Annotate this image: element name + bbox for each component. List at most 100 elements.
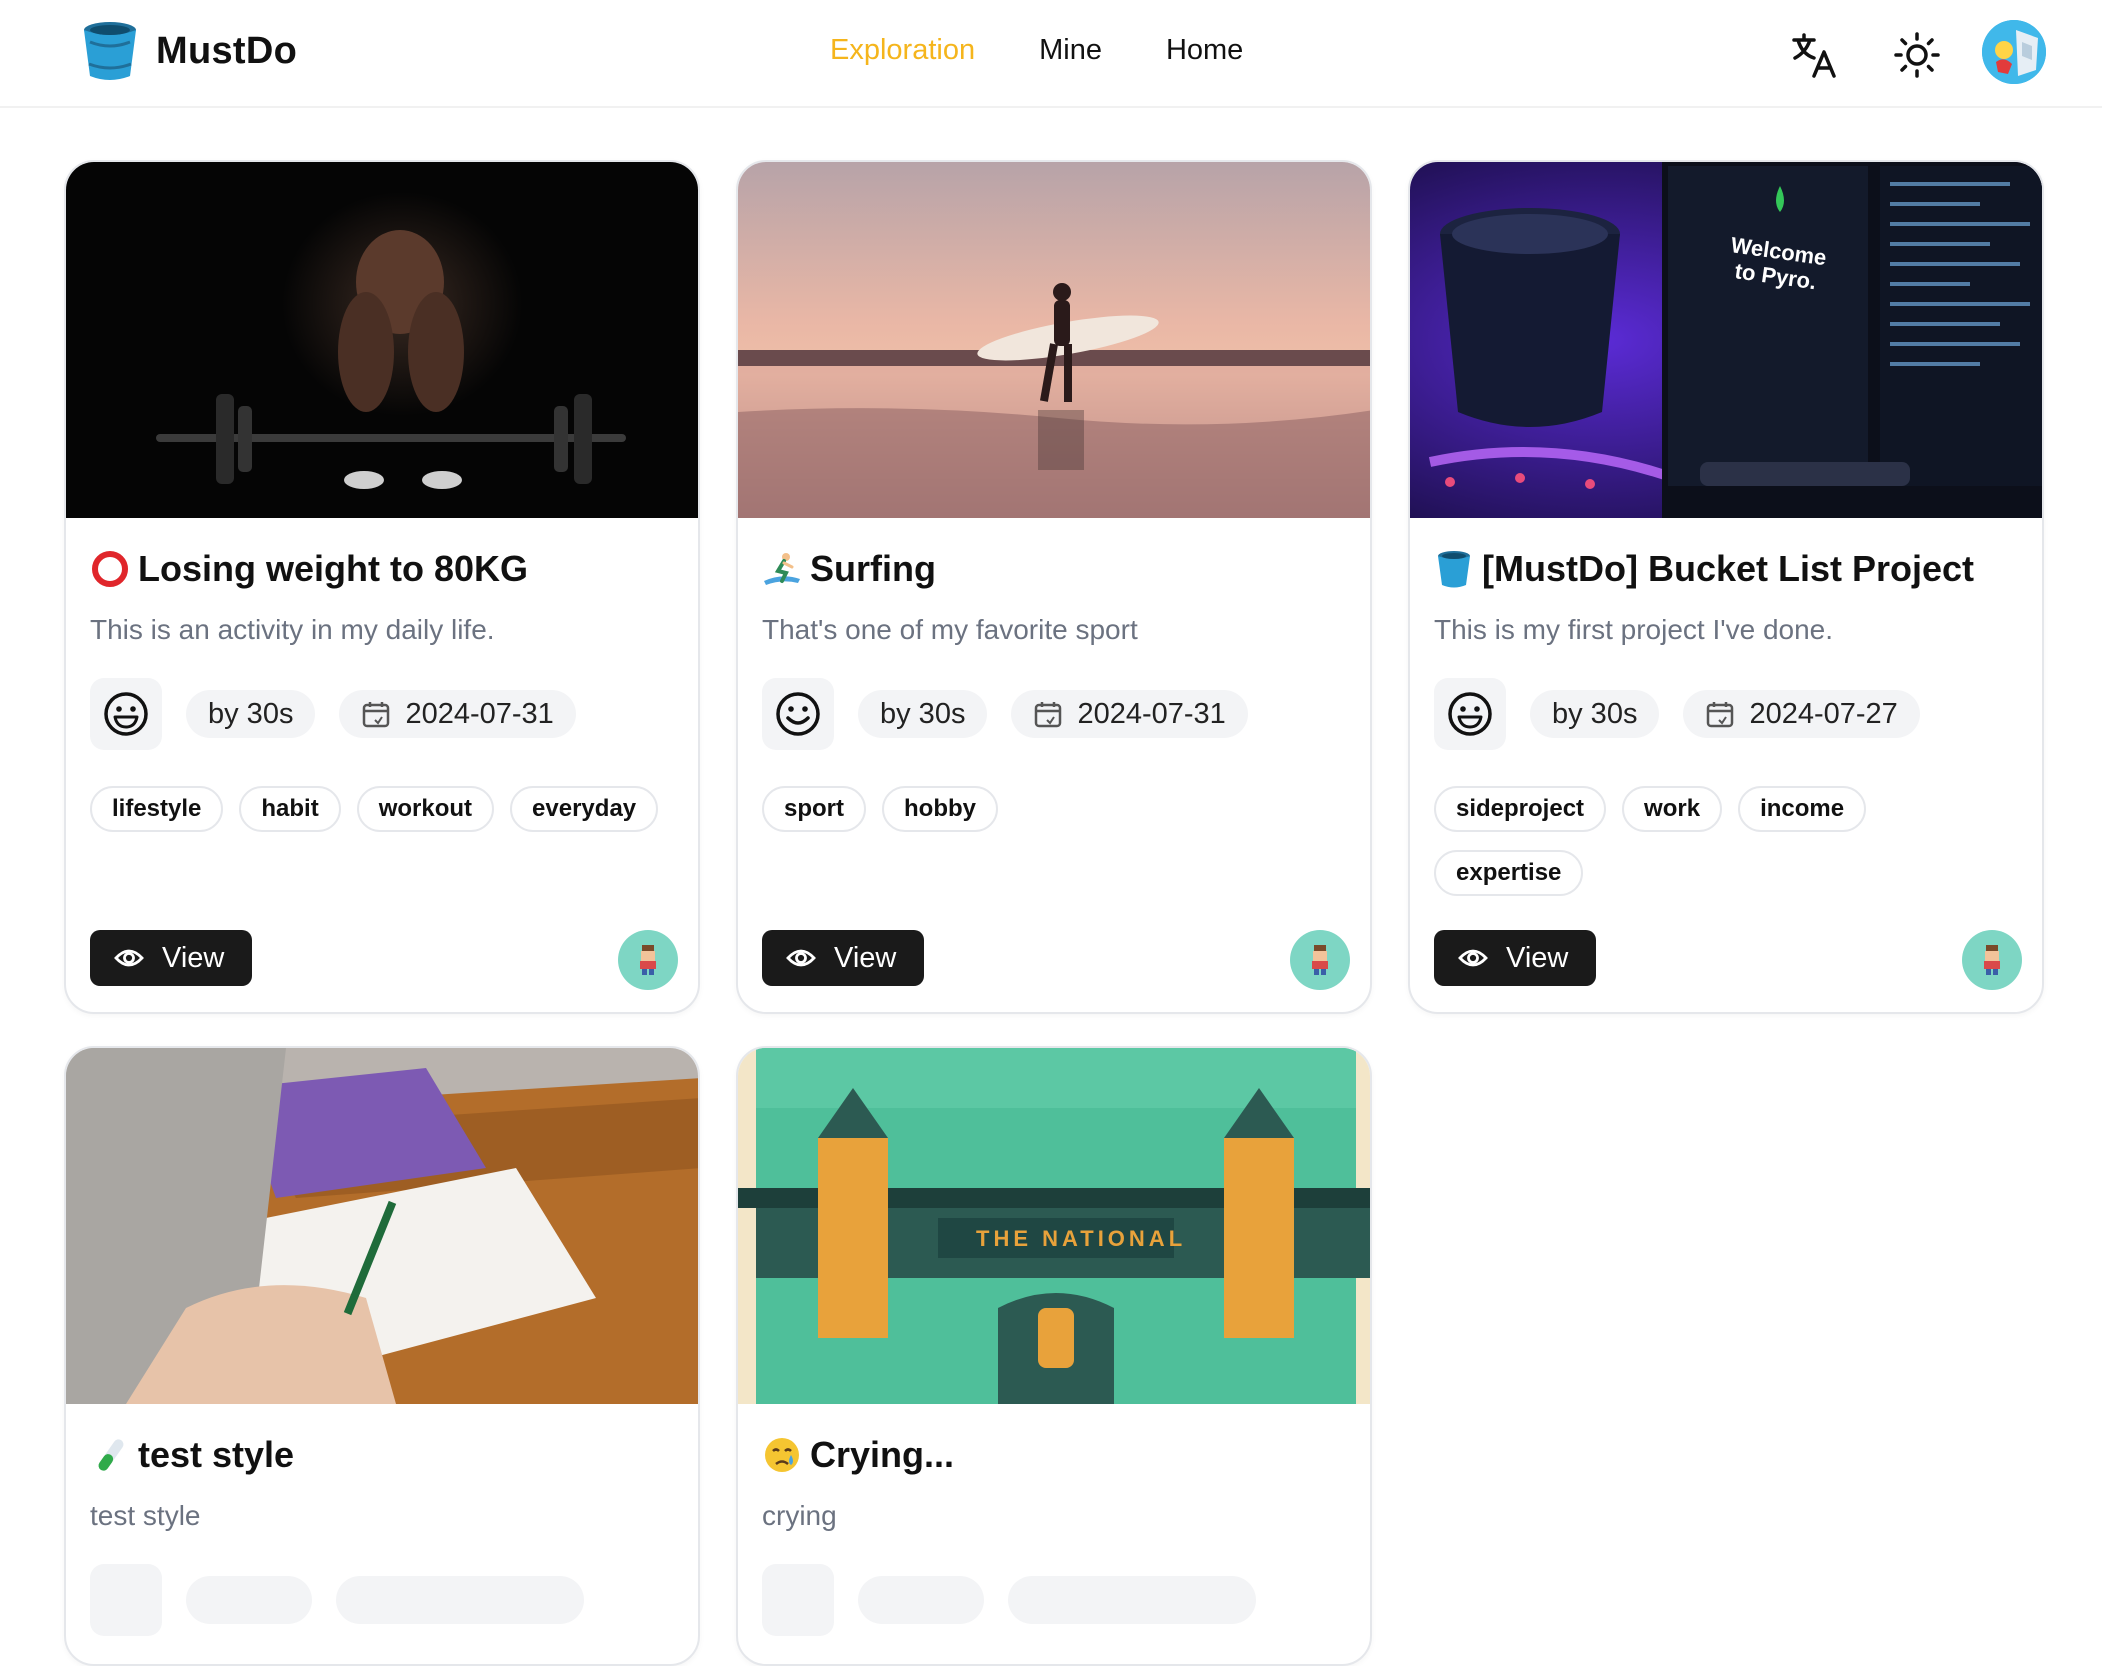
writing-photo[interactable] bbox=[66, 1048, 698, 1404]
date-chip: 2024-07-27 bbox=[1683, 690, 1920, 738]
author-text: by 30s bbox=[1552, 697, 1638, 730]
date-text: 2024-07-27 bbox=[1749, 697, 1898, 730]
author-chip: by 30s bbox=[186, 690, 316, 738]
tower-bridge-poster[interactable]: THE NATIONAL bbox=[738, 1048, 1370, 1404]
owner-avatar[interactable] bbox=[1290, 930, 1350, 990]
crying-face-icon bbox=[765, 1438, 799, 1472]
bucket-card: Surfing That's one of my favorite sport … bbox=[736, 160, 1372, 1014]
author-chip: by 30s bbox=[858, 690, 988, 738]
tag[interactable]: expertise bbox=[1434, 850, 1584, 896]
mood-icon bbox=[762, 1564, 834, 1636]
tag-list: lifestyle habit workout everyday bbox=[90, 786, 690, 850]
test-tube-icon bbox=[98, 1439, 124, 1471]
character-avatar-icon bbox=[1312, 945, 1328, 975]
translate-icon[interactable] bbox=[1790, 30, 1840, 80]
bucket-icon bbox=[1438, 551, 1470, 588]
eye-icon bbox=[114, 949, 144, 967]
app-name: MustDo bbox=[156, 29, 298, 72]
top-navbar: MustDo Exploration Mine Home bbox=[0, 0, 2102, 108]
owner-avatar[interactable] bbox=[1962, 930, 2022, 990]
bucket-card: THE NATIONAL Crying... crying bbox=[736, 1046, 1372, 1666]
surfing-sunset-photo[interactable] bbox=[738, 162, 1370, 518]
bucket-card: Welcome to Pyro. [MustDo] Bucket List Pr… bbox=[1408, 160, 2044, 1014]
brand[interactable]: MustDo bbox=[80, 20, 297, 82]
tag-list: sideproject work income expertise bbox=[1434, 786, 2034, 914]
author-chip: by 30s bbox=[1530, 690, 1660, 738]
author-text: by 30s bbox=[880, 697, 966, 730]
avatar-image bbox=[1982, 20, 2046, 84]
coding-desk-photo[interactable]: Welcome to Pyro. bbox=[1410, 162, 2042, 518]
card-meta: by 30s 2024-07-31 bbox=[90, 678, 576, 750]
character-avatar-icon bbox=[640, 945, 656, 975]
tag[interactable]: everyday bbox=[510, 786, 659, 832]
bucket-card: test style test style bbox=[64, 1046, 700, 1666]
tag[interactable]: sport bbox=[762, 786, 866, 832]
tag[interactable]: habit bbox=[239, 786, 341, 832]
sun-icon[interactable] bbox=[1892, 30, 1942, 80]
card-title: Losing weight to 80KG bbox=[90, 548, 528, 590]
bucket-icon bbox=[84, 22, 136, 80]
weightlifting-photo[interactable] bbox=[66, 162, 698, 518]
date-chip bbox=[1008, 1576, 1256, 1624]
author-chip bbox=[186, 1576, 312, 1624]
card-title-text: Crying... bbox=[810, 1434, 955, 1475]
view-button[interactable]: View bbox=[1434, 930, 1596, 986]
svg-text:THE NATIONAL: THE NATIONAL bbox=[976, 1226, 1186, 1251]
card-meta: by 30s 2024-07-27 bbox=[1434, 678, 1920, 750]
owner-avatar[interactable] bbox=[618, 930, 678, 990]
author-chip bbox=[858, 1576, 984, 1624]
view-label: View bbox=[1506, 941, 1569, 974]
red-circle-icon bbox=[92, 551, 128, 587]
card-meta bbox=[90, 1564, 584, 1636]
character-avatar-icon bbox=[1984, 945, 2000, 975]
nav-exploration[interactable]: Exploration bbox=[830, 34, 975, 67]
card-title: test style bbox=[90, 1434, 294, 1476]
card-title-text: test style bbox=[138, 1434, 295, 1475]
tag[interactable]: income bbox=[1738, 786, 1867, 832]
card-title-text: Surfing bbox=[810, 548, 936, 589]
date-chip bbox=[336, 1576, 584, 1624]
tag-list: sport hobby bbox=[762, 786, 1362, 850]
eye-icon bbox=[786, 949, 816, 967]
card-title: [MustDo] Bucket List Project bbox=[1434, 548, 1974, 590]
calendar-icon bbox=[1035, 702, 1062, 728]
grinning-face-icon bbox=[90, 678, 162, 750]
nav-mine[interactable]: Mine bbox=[1039, 34, 1102, 67]
tag[interactable]: hobby bbox=[882, 786, 998, 832]
card-title: Crying... bbox=[762, 1434, 954, 1476]
bucket-card: Losing weight to 80KG This is an activit… bbox=[64, 160, 700, 1014]
date-text: 2024-07-31 bbox=[405, 697, 554, 730]
card-description: This is an activity in my daily life. bbox=[90, 614, 495, 645]
card-description: This is my first project I've done. bbox=[1434, 614, 1834, 645]
view-label: View bbox=[162, 941, 225, 974]
tag[interactable]: work bbox=[1622, 786, 1723, 832]
view-button[interactable]: View bbox=[90, 930, 252, 986]
card-meta bbox=[762, 1564, 1256, 1636]
grinning-face-icon bbox=[1434, 678, 1506, 750]
tag[interactable]: lifestyle bbox=[90, 786, 224, 832]
calendar-icon bbox=[1707, 702, 1734, 728]
nav-home[interactable]: Home bbox=[1166, 34, 1243, 67]
date-chip: 2024-07-31 bbox=[1011, 690, 1248, 738]
user-avatar[interactable] bbox=[1982, 20, 2046, 84]
card-meta: by 30s 2024-07-31 bbox=[762, 678, 1248, 750]
view-button[interactable]: View bbox=[762, 930, 924, 986]
card-title: Surfing bbox=[762, 548, 936, 590]
card-description: test style bbox=[90, 1500, 201, 1531]
surfer-icon bbox=[764, 553, 800, 585]
eye-icon bbox=[1458, 949, 1488, 967]
tag[interactable]: workout bbox=[356, 786, 495, 832]
view-label: View bbox=[834, 941, 897, 974]
main-nav: Exploration Mine Home bbox=[830, 34, 1307, 67]
calendar-icon bbox=[363, 702, 390, 728]
mood-icon bbox=[90, 1564, 162, 1636]
card-title-text: [MustDo] Bucket List Project bbox=[1482, 548, 1975, 589]
smiling-face-icon bbox=[762, 678, 834, 750]
card-description: That's one of my favorite sport bbox=[762, 614, 1138, 645]
tag[interactable]: sideproject bbox=[1434, 786, 1607, 832]
author-text: by 30s bbox=[208, 697, 294, 730]
date-chip: 2024-07-31 bbox=[339, 690, 576, 738]
date-text: 2024-07-31 bbox=[1077, 697, 1226, 730]
card-description: crying bbox=[762, 1500, 837, 1531]
card-title-text: Losing weight to 80KG bbox=[138, 548, 529, 589]
